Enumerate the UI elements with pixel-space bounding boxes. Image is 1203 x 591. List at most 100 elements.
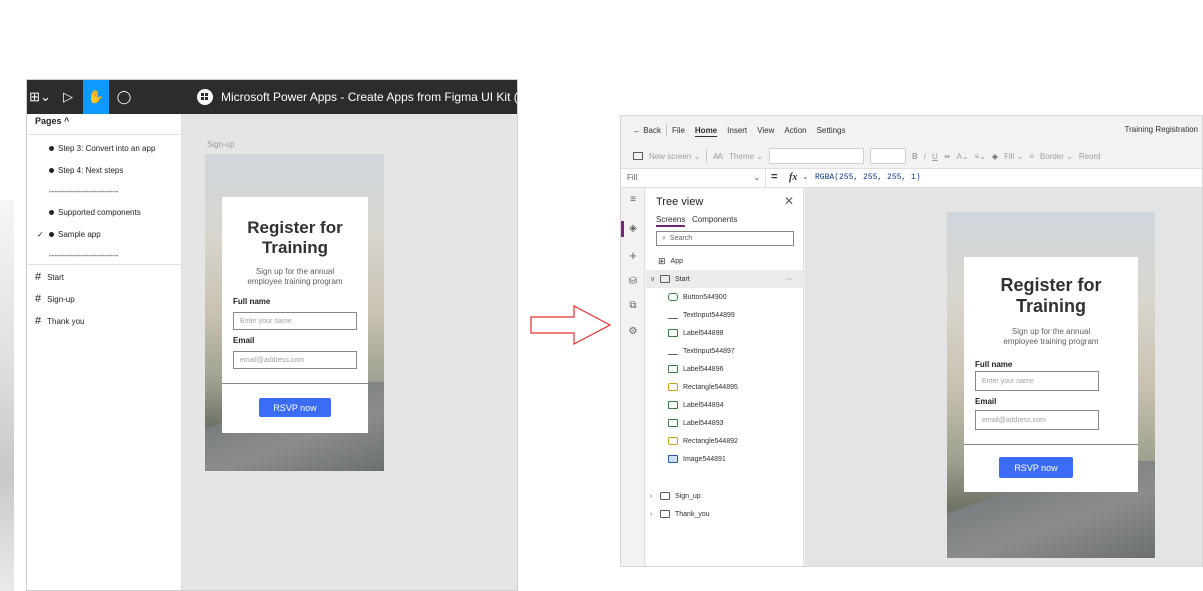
media-icon[interactable]: ⧉	[621, 300, 645, 311]
menu-view[interactable]: View	[752, 126, 779, 135]
tree-item-label: Button544900	[683, 293, 727, 301]
reorder-button[interactable]: Reord	[1079, 152, 1101, 161]
page-item-separator[interactable]: --------------------------	[37, 187, 118, 196]
tree-item-control[interactable]: Label544898	[646, 324, 803, 342]
screen-icon	[660, 510, 670, 518]
font-color-button[interactable]: A⌄	[957, 152, 969, 161]
border-icon: ≡	[1029, 151, 1034, 161]
tree-item-sign-up-screen[interactable]: › Sign_up	[646, 487, 803, 505]
frame-item-sign-up[interactable]: # Sign-up	[35, 293, 75, 305]
conversion-arrow-icon	[530, 305, 612, 345]
new-screen-button[interactable]: New screen ⌄	[649, 152, 700, 161]
back-button[interactable]: ← Back	[621, 126, 666, 135]
hand-tool-icon[interactable]: ✋	[83, 80, 109, 114]
tree-item-control[interactable]: Button544900	[646, 288, 803, 306]
page-item-supported-components[interactable]: Supported components	[37, 208, 141, 217]
tree-item-thank-you-screen[interactable]: › Thank_you	[646, 505, 803, 523]
frame-item-thank-you[interactable]: # Thank you	[35, 315, 84, 327]
tree-item-control[interactable]: Rectangle544892	[646, 432, 803, 450]
tree-view-panel: Tree view ✕ Screens Components ⌕ Search …	[646, 188, 804, 566]
tab-components[interactable]: Components	[692, 215, 737, 224]
tree-item-label: Label544898	[683, 329, 724, 337]
strikethrough-button[interactable]: ⇻	[944, 152, 951, 161]
tree-item-label: Image544891	[683, 455, 726, 463]
tree-item-control[interactable]: Label544893	[646, 414, 803, 432]
theme-button[interactable]: Theme ⌄	[729, 152, 763, 161]
email-label: Email	[233, 336, 255, 345]
form-subtitle-line: employee training program	[1003, 336, 1099, 346]
frame-item-start[interactable]: # Start	[35, 271, 64, 283]
left-rail: ≡ ◈ + ⛁ ⧉ ⚙	[621, 188, 645, 566]
menu-file[interactable]: File	[667, 126, 690, 135]
comment-tool-icon[interactable]: ◯	[113, 80, 135, 114]
form-card: Register for Training Sign up for the an…	[964, 257, 1138, 492]
tree-item-control[interactable]: Rectangle544895	[646, 378, 803, 396]
menu-home[interactable]: Home	[690, 126, 722, 135]
tree-item-control[interactable]: Image544891	[646, 450, 803, 468]
tab-screens[interactable]: Screens	[656, 215, 686, 227]
page-item-label: --------------------------	[49, 187, 119, 196]
formula-input[interactable]: RGBA(255, 255, 255, 1)	[815, 173, 921, 182]
txt-control-icon	[668, 347, 678, 355]
email-label: Email	[975, 397, 997, 406]
tree-item-control[interactable]: Label544896	[646, 360, 803, 378]
form-subtitle: Sign up for the annual employee training…	[964, 327, 1138, 346]
chevron-right-icon: ›	[650, 510, 653, 518]
menu-settings[interactable]: Settings	[812, 126, 851, 135]
property-dropdown[interactable]: Fill ⌄	[621, 169, 766, 188]
figma-signup-frame[interactable]: Register for Training Sign up for the an…	[205, 154, 384, 471]
move-tool-icon[interactable]: ▷	[57, 80, 79, 114]
figma-menu-icon[interactable]: ⊞⌄	[27, 80, 53, 114]
tree-item-label: TextInput544899	[683, 311, 735, 319]
fx-icon[interactable]: fx	[789, 172, 797, 183]
background-edge	[0, 200, 14, 591]
screen-icon	[660, 275, 670, 283]
tree-item-label: TextInput544897	[683, 347, 735, 355]
form-title: Register for Training	[964, 275, 1138, 316]
tree-item-start-screen[interactable]: ∨ Start ···	[646, 270, 803, 288]
font-size-dropdown[interactable]	[870, 148, 906, 164]
start-screen-preview[interactable]: Register for Training Sign up for the an…	[947, 212, 1155, 558]
menu-insert[interactable]: Insert	[722, 126, 752, 135]
page-item-separator[interactable]: --------------------------	[37, 251, 118, 260]
tools-icon[interactable]: ⚙	[621, 326, 645, 337]
tree-item-control[interactable]: Label544894	[646, 396, 803, 414]
italic-button[interactable]: /	[924, 152, 926, 161]
tree-view-title: Tree view	[656, 196, 704, 208]
screen-icon	[660, 492, 670, 500]
font-dropdown[interactable]	[769, 148, 864, 164]
rsvp-button[interactable]: RSVP now	[259, 398, 331, 417]
chevron-down-icon: ∨	[650, 276, 656, 283]
page-item-step3[interactable]: Step 3: Convert into an app	[37, 144, 155, 153]
figma-file-title[interactable]: Microsoft Power Apps - Create Apps from …	[197, 80, 517, 114]
database-icon[interactable]: ⛁	[621, 276, 645, 287]
tree-search-input[interactable]: ⌕ Search	[656, 231, 794, 246]
bold-button[interactable]: B	[912, 152, 918, 161]
equals-sign: =	[771, 171, 778, 183]
hamburger-icon[interactable]: ≡	[621, 194, 645, 205]
page-item-sample-app[interactable]: ✓ Sample app	[37, 230, 101, 239]
underline-button[interactable]: U	[932, 152, 938, 161]
rsvp-button[interactable]: RSVP now	[999, 457, 1073, 478]
border-button[interactable]: Border ⌄	[1040, 152, 1073, 161]
form-separator	[964, 444, 1138, 445]
tree-item-app[interactable]: ⊞ App	[646, 252, 803, 270]
fill-button[interactable]: Fill ⌄	[1004, 152, 1023, 161]
plus-icon[interactable]: +	[621, 248, 645, 263]
more-options-icon[interactable]: ···	[786, 276, 793, 283]
page-item-step4[interactable]: Step 4: Next steps	[37, 166, 123, 175]
full-name-label: Full name	[233, 297, 271, 306]
menu-action[interactable]: Action	[779, 126, 811, 135]
pages-header[interactable]: Pages ^	[35, 116, 69, 126]
close-icon[interactable]: ✕	[784, 194, 794, 208]
property-name: Fill	[627, 173, 638, 182]
align-button[interactable]: ≡⌄	[975, 152, 986, 161]
email-input[interactable]: email@address.com	[975, 410, 1099, 430]
form-card: Register for Training Sign up for the an…	[222, 197, 368, 433]
email-input[interactable]: email@address.com	[233, 351, 357, 369]
full-name-input[interactable]: Enter your name	[975, 371, 1099, 391]
full-name-input[interactable]: Enter your name	[233, 312, 357, 330]
tree-item-control[interactable]: TextInput544899	[646, 306, 803, 324]
tree-item-control[interactable]: TextInput544897	[646, 342, 803, 360]
layers-icon[interactable]: ◈	[621, 223, 645, 234]
